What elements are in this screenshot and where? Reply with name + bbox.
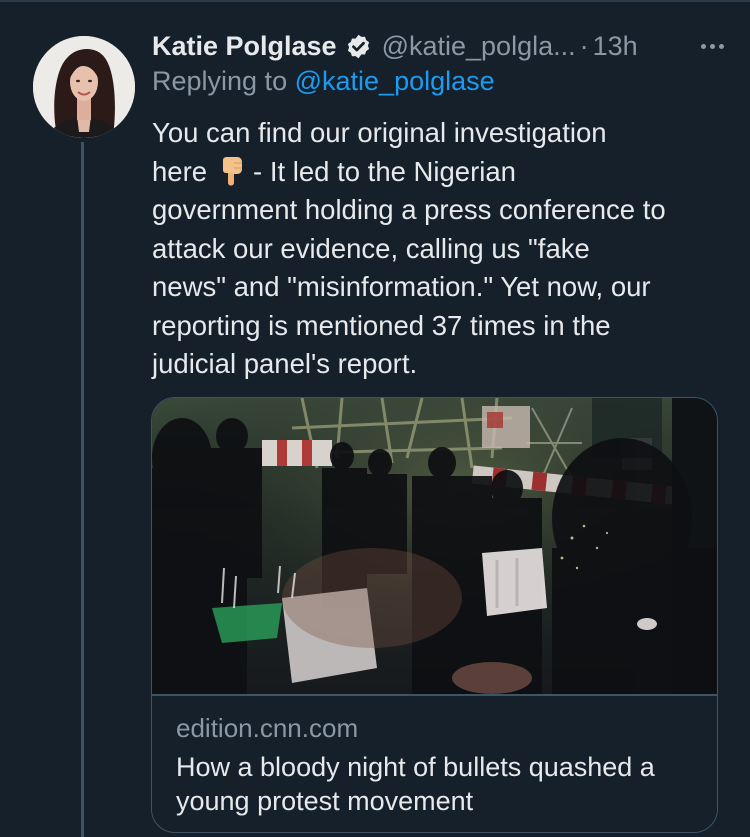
- author-handle[interactable]: @katie_polgla...: [382, 31, 576, 62]
- link-title: How a bloody night of bullets quashed a …: [176, 752, 655, 816]
- tweet-text-line: news" and "misinformation." Yet now, our: [152, 271, 651, 302]
- thread-connector-line: [81, 142, 84, 837]
- tweet-text-line: reporting is mentioned 37 times in the: [152, 309, 611, 341]
- avatar-photo: [33, 36, 135, 138]
- tweet-header: Katie Polglase @katie_polgla... · 13h: [152, 26, 732, 66]
- card-divider: [152, 694, 717, 696]
- backhand-index-pointing-down-emoji-icon: [217, 156, 245, 186]
- tweet-text-line: government holding a press conference to: [152, 194, 666, 225]
- avatar[interactable]: [33, 36, 135, 138]
- link-domain: edition.cnn.com: [176, 713, 359, 743]
- tweet-text-line: here - It led to the Nigerian: [152, 153, 732, 192]
- tweet-text: You can find our original investigation …: [152, 114, 732, 384]
- more-options-icon[interactable]: [701, 31, 724, 61]
- replying-prefix: Replying to: [152, 66, 288, 96]
- replying-to-mention-link[interactable]: @katie_polglase: [295, 66, 495, 96]
- timestamp[interactable]: 13h: [593, 31, 638, 62]
- link-preview-image: [152, 398, 717, 694]
- tweet-text-line: attack our evidence, calling us "fake: [152, 232, 590, 264]
- tweet-text-line: judicial panel's report.: [152, 348, 418, 379]
- link-preview-card[interactable]: edition.cnn.com How a bloody night of bu…: [151, 397, 718, 833]
- separator-dot: ·: [579, 30, 589, 61]
- verified-badge-icon: [345, 33, 372, 60]
- tweet-text-fragment: here: [152, 155, 208, 187]
- tweet-text-fragment: - It led to the Nigerian: [253, 155, 516, 187]
- tweet-text-line: You can find our original investigation: [152, 117, 607, 148]
- author-name[interactable]: Katie Polglase: [152, 31, 337, 62]
- replying-to: Replying to @katie_polglase: [152, 66, 495, 97]
- top-divider: [0, 0, 750, 2]
